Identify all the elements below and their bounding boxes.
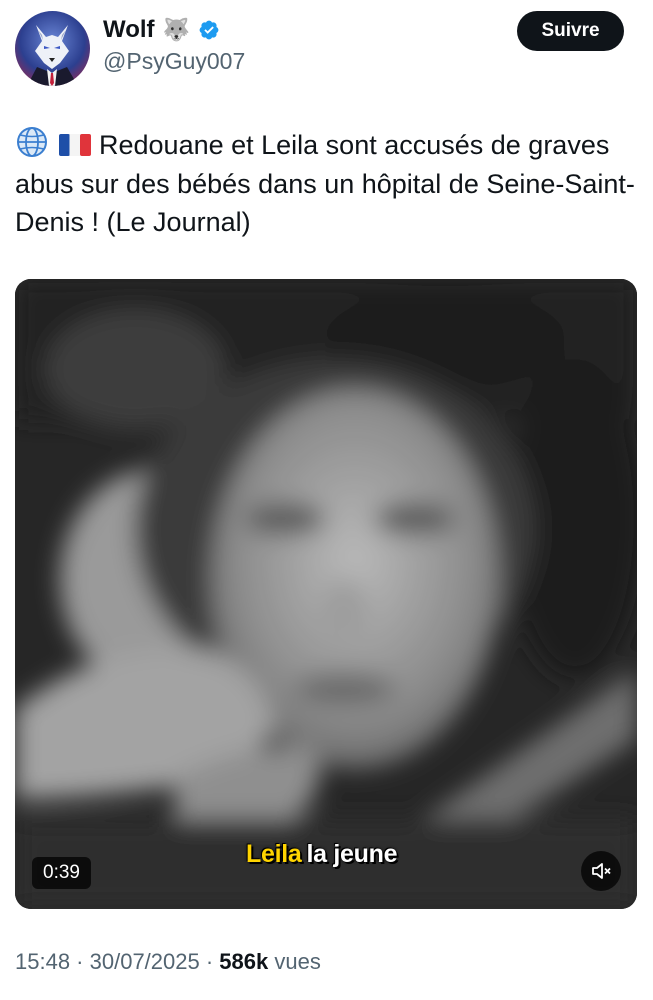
verified-badge-icon[interactable] [198, 19, 220, 41]
muted-speaker-icon [592, 863, 611, 879]
views-count: 586k [219, 949, 269, 974]
video-player[interactable]: Leila la jeune 0:39 [15, 279, 637, 909]
follow-button[interactable]: Suivre [517, 11, 624, 51]
france-flag-icon [59, 134, 91, 156]
avatar[interactable] [15, 11, 90, 86]
wolf-in-suit-avatar-icon [27, 25, 78, 86]
separator: · [70, 949, 90, 974]
tweet-meta: 15:48 · 30/07/2025 · 586k vues [15, 949, 321, 975]
display-name[interactable]: Wolf [103, 16, 155, 44]
views-label: vues [268, 949, 321, 974]
video-frame [15, 279, 637, 909]
tweet-body: Redouane et Leila sont accusés de graves… [15, 130, 635, 237]
author-handle[interactable]: @PsyGuy007 [103, 48, 245, 75]
tweet-time[interactable]: 15:48 [15, 949, 70, 974]
caption-text: la jeune [306, 840, 398, 868]
video-caption: Leila la jeune [246, 840, 397, 869]
globe-icon [17, 127, 47, 157]
tweet-text: Redouane et Leila sont accusés de graves… [15, 125, 640, 242]
caption-name: Leila [246, 840, 302, 868]
tweet-date[interactable]: 30/07/2025 [90, 949, 200, 974]
separator: · [199, 949, 220, 974]
author-name-row[interactable]: Wolf 🐺 [103, 16, 220, 44]
wolf-emoji-icon: 🐺 [162, 17, 190, 42]
mute-button[interactable] [581, 851, 621, 891]
video-duration-badge: 0:39 [32, 857, 91, 889]
